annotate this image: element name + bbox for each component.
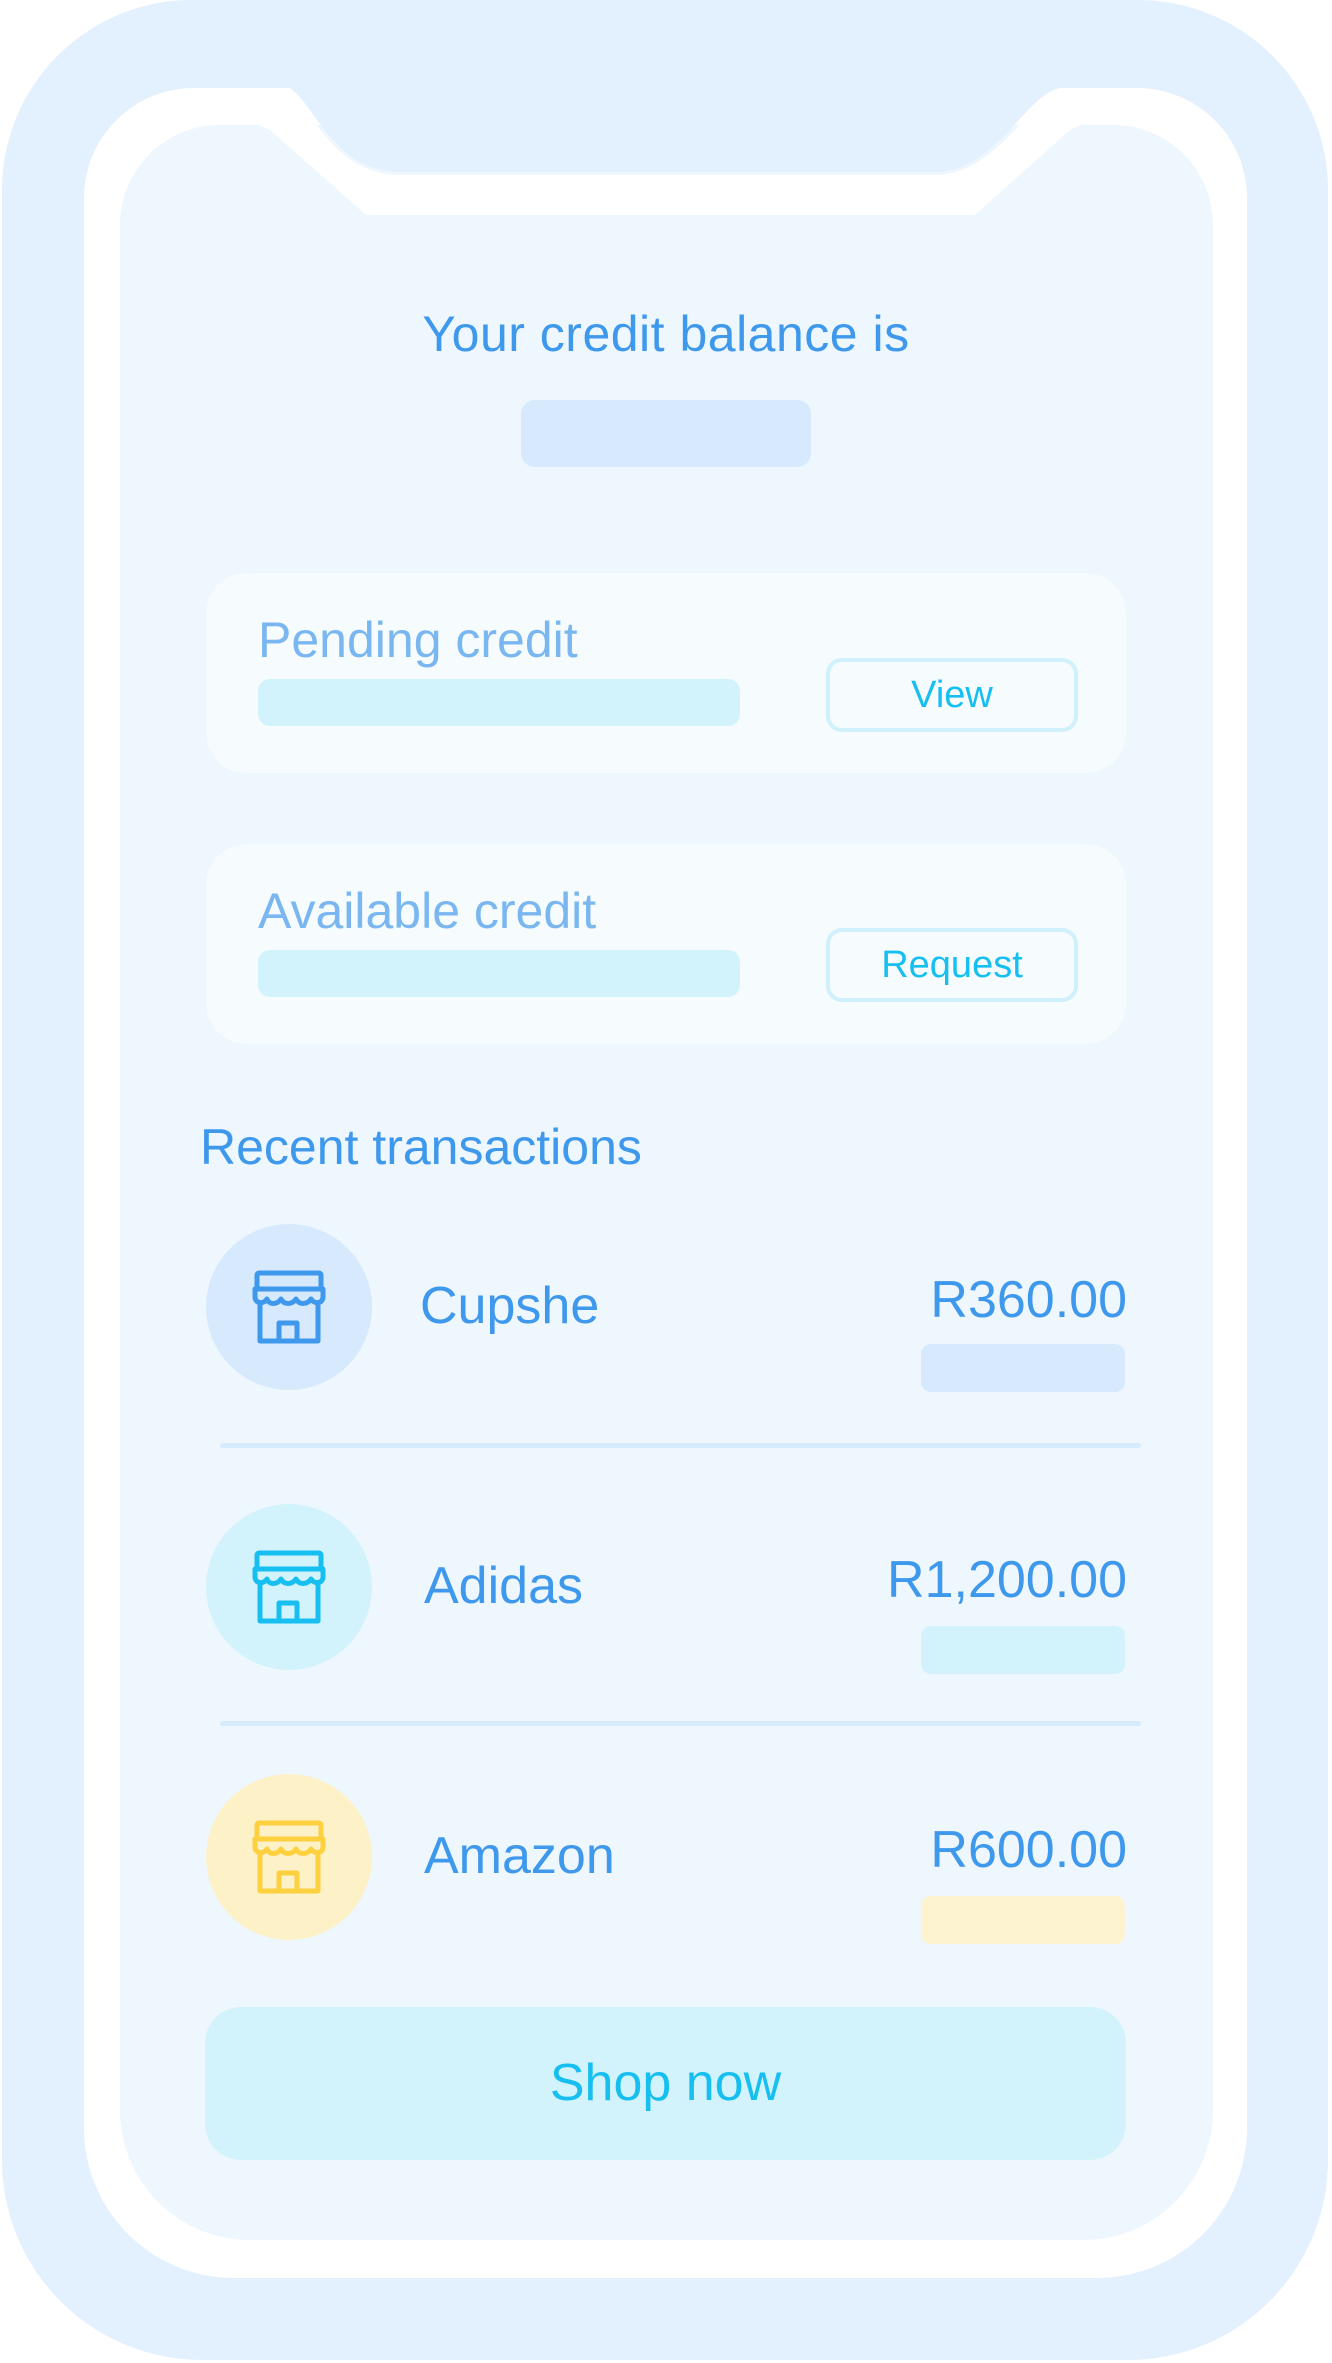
credit-balance-value-placeholder [521, 400, 811, 467]
recent-transactions-title: Recent transactions [200, 1119, 642, 1175]
phone-notch [180, 88, 1150, 215]
transaction-row[interactable]: Cupshe R360.00 [0, 1224, 1332, 1394]
divider [220, 1443, 1141, 1448]
transaction-date-placeholder [921, 1344, 1125, 1392]
transaction-amount: R1,200.00 [887, 1551, 1127, 1609]
store-icon [252, 1270, 326, 1344]
store-icon [252, 1820, 326, 1894]
transaction-merchant: Adidas [424, 1557, 583, 1615]
available-credit-card: Available credit Request [206, 844, 1126, 1044]
store-icon-badge [206, 1774, 372, 1940]
transaction-row[interactable]: Adidas R1,200.00 [0, 1504, 1332, 1674]
store-icon-badge [206, 1224, 372, 1390]
credit-balance-title: Your credit balance is [422, 306, 910, 362]
pending-credit-label: Pending credit [258, 612, 578, 668]
pending-credit-value-placeholder [258, 679, 740, 726]
transaction-merchant: Amazon [424, 1827, 615, 1885]
store-icon-badge [206, 1504, 372, 1670]
view-button[interactable]: View [826, 658, 1078, 732]
available-credit-label: Available credit [258, 883, 597, 939]
shop-now-button[interactable]: Shop now [205, 2007, 1126, 2160]
transaction-row[interactable]: Amazon R600.00 [0, 1774, 1332, 1944]
transaction-amount: R600.00 [930, 1821, 1127, 1879]
transaction-merchant: Cupshe [420, 1277, 600, 1335]
store-icon [252, 1550, 326, 1624]
transaction-date-placeholder [921, 1896, 1125, 1944]
available-credit-value-placeholder [258, 950, 740, 997]
transaction-amount: R360.00 [930, 1271, 1127, 1329]
transaction-date-placeholder [921, 1626, 1125, 1674]
divider [220, 1721, 1141, 1726]
request-button[interactable]: Request [826, 928, 1078, 1002]
pending-credit-card: Pending credit View [206, 573, 1126, 773]
